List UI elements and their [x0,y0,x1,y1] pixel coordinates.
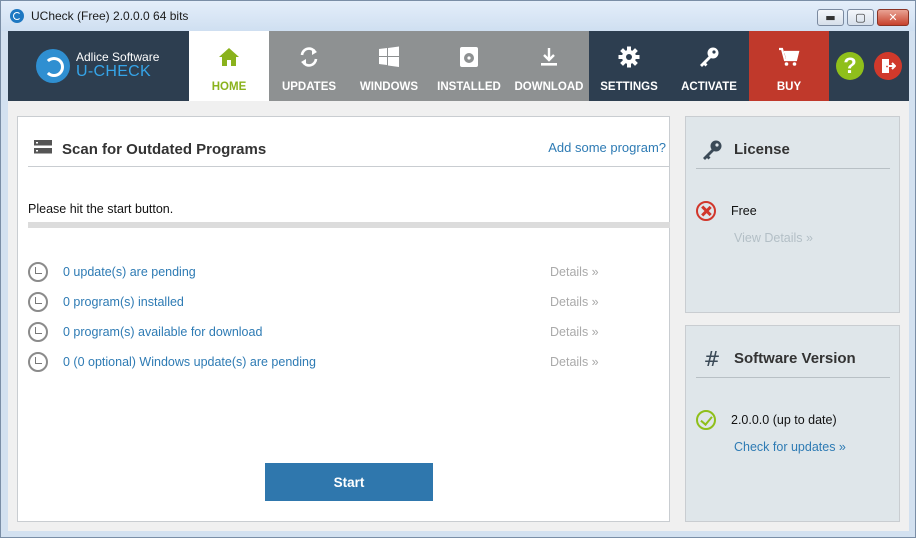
list-item: 0 (0 optional) Windows update(s) are pen… [28,347,648,377]
tab-home[interactable]: HOME [189,31,269,101]
clock-icon [28,292,48,312]
software-version-header: # Software Version [696,340,890,378]
disk-icon [459,45,479,69]
hash-icon: # [700,347,724,371]
list-item: 0 update(s) are pending Details » [28,257,648,287]
license-panel: License Free View Details » [685,116,900,313]
details-link[interactable]: Details » [550,265,599,279]
tab-buy[interactable]: BUY [749,31,829,101]
available-downloads-link[interactable]: 0 program(s) available for download [63,325,262,339]
key-icon [698,45,720,69]
checkmark-icon [696,410,716,430]
tab-installed[interactable]: INSTALLED [429,31,509,101]
installed-programs-link[interactable]: 0 program(s) installed [63,295,184,309]
scan-status-text: Please hit the start button. [28,202,174,216]
tab-windows[interactable]: WINDOWS [349,31,429,101]
clock-icon [28,322,48,342]
tab-activate[interactable]: ACTIVATE [669,31,749,101]
download-icon [539,45,559,69]
scan-panel: Scan for Outdated Programs Add some prog… [17,116,670,522]
tab-activate-label: ACTIVATE [681,81,737,93]
ucheck-app-icon [10,9,24,23]
clock-icon [28,262,48,282]
ucheck-logo-icon [36,49,70,83]
details-link[interactable]: Details » [550,325,599,339]
gear-icon [618,45,640,69]
tab-buy-label: BUY [776,81,802,93]
brand-company: Adlice Software [76,50,160,65]
windows-updates-link[interactable]: 0 (0 optional) Windows update(s) are pen… [63,355,316,369]
app-content: Adlice Software U-CHECK HOME UPDATES WIN… [8,31,909,531]
brand-product: U-CHECK [76,62,151,80]
pending-updates-link[interactable]: 0 update(s) are pending [63,265,196,279]
details-link[interactable]: Details » [550,355,599,369]
tab-updates-label: UPDATES [281,81,337,93]
check-for-updates-link[interactable]: Check for updates » [734,440,846,454]
license-title: License [734,141,790,158]
tab-updates[interactable]: UPDATES [269,31,349,101]
nav-right-actions: ? [829,31,902,101]
brand-logo-area: Adlice Software U-CHECK [8,31,189,101]
server-list-icon [34,140,52,159]
tab-download[interactable]: DOWNLOAD [509,31,589,101]
software-version-panel: # Software Version 2.0.0.0 (up to date) … [685,325,900,522]
software-version-title: Software Version [734,350,856,367]
tab-settings-label: SETTINGS [600,81,658,93]
version-status: 2.0.0.0 (up to date) [731,413,837,427]
view-details-link[interactable]: View Details » [734,231,813,245]
app-window: UCheck (Free) 2.0.0.0 64 bits ▬ ▢ ✕ Adli… [0,0,916,538]
scan-results-list: 0 update(s) are pending Details » 0 prog… [28,257,648,377]
scan-panel-header: Scan for Outdated Programs Add some prog… [28,133,670,167]
top-navigation: Adlice Software U-CHECK HOME UPDATES WIN… [8,31,909,101]
error-x-icon [696,201,716,221]
help-icon[interactable]: ? [836,52,864,80]
window-controls: ▬ ▢ ✕ [817,9,909,26]
exit-icon[interactable] [874,52,902,80]
tab-home-label: HOME [211,81,247,93]
license-status: Free [731,204,757,218]
refresh-icon [298,45,320,69]
minimize-button[interactable]: ▬ [817,9,844,26]
home-icon [218,45,240,69]
window-title: UCheck (Free) 2.0.0.0 64 bits [31,9,189,23]
shopping-cart-icon [778,45,800,69]
start-button[interactable]: Start [265,463,433,501]
details-link[interactable]: Details » [550,295,599,309]
title-bar[interactable]: UCheck (Free) 2.0.0.0 64 bits ▬ ▢ ✕ [1,1,915,31]
tab-settings[interactable]: SETTINGS [589,31,669,101]
list-item: 0 program(s) available for download Deta… [28,317,648,347]
license-status-row: Free [696,201,757,221]
list-item: 0 program(s) installed Details » [28,287,648,317]
close-button[interactable]: ✕ [877,9,909,26]
license-header: License [696,131,890,169]
version-status-row: 2.0.0.0 (up to date) [696,410,837,430]
tab-installed-label: INSTALLED [437,81,501,93]
add-program-link[interactable]: Add some program? [548,140,666,155]
tab-download-label: DOWNLOAD [514,81,584,93]
hash-glyph: # [703,346,721,371]
tab-windows-label: WINDOWS [359,81,419,93]
scan-panel-title: Scan for Outdated Programs [62,141,267,158]
windows-logo-icon [378,45,400,69]
key-icon [700,139,724,161]
clock-icon [28,352,48,372]
scan-progress-bar [28,222,670,228]
maximize-button[interactable]: ▢ [847,9,874,26]
brand-text: Adlice Software U-CHECK [76,51,159,80]
